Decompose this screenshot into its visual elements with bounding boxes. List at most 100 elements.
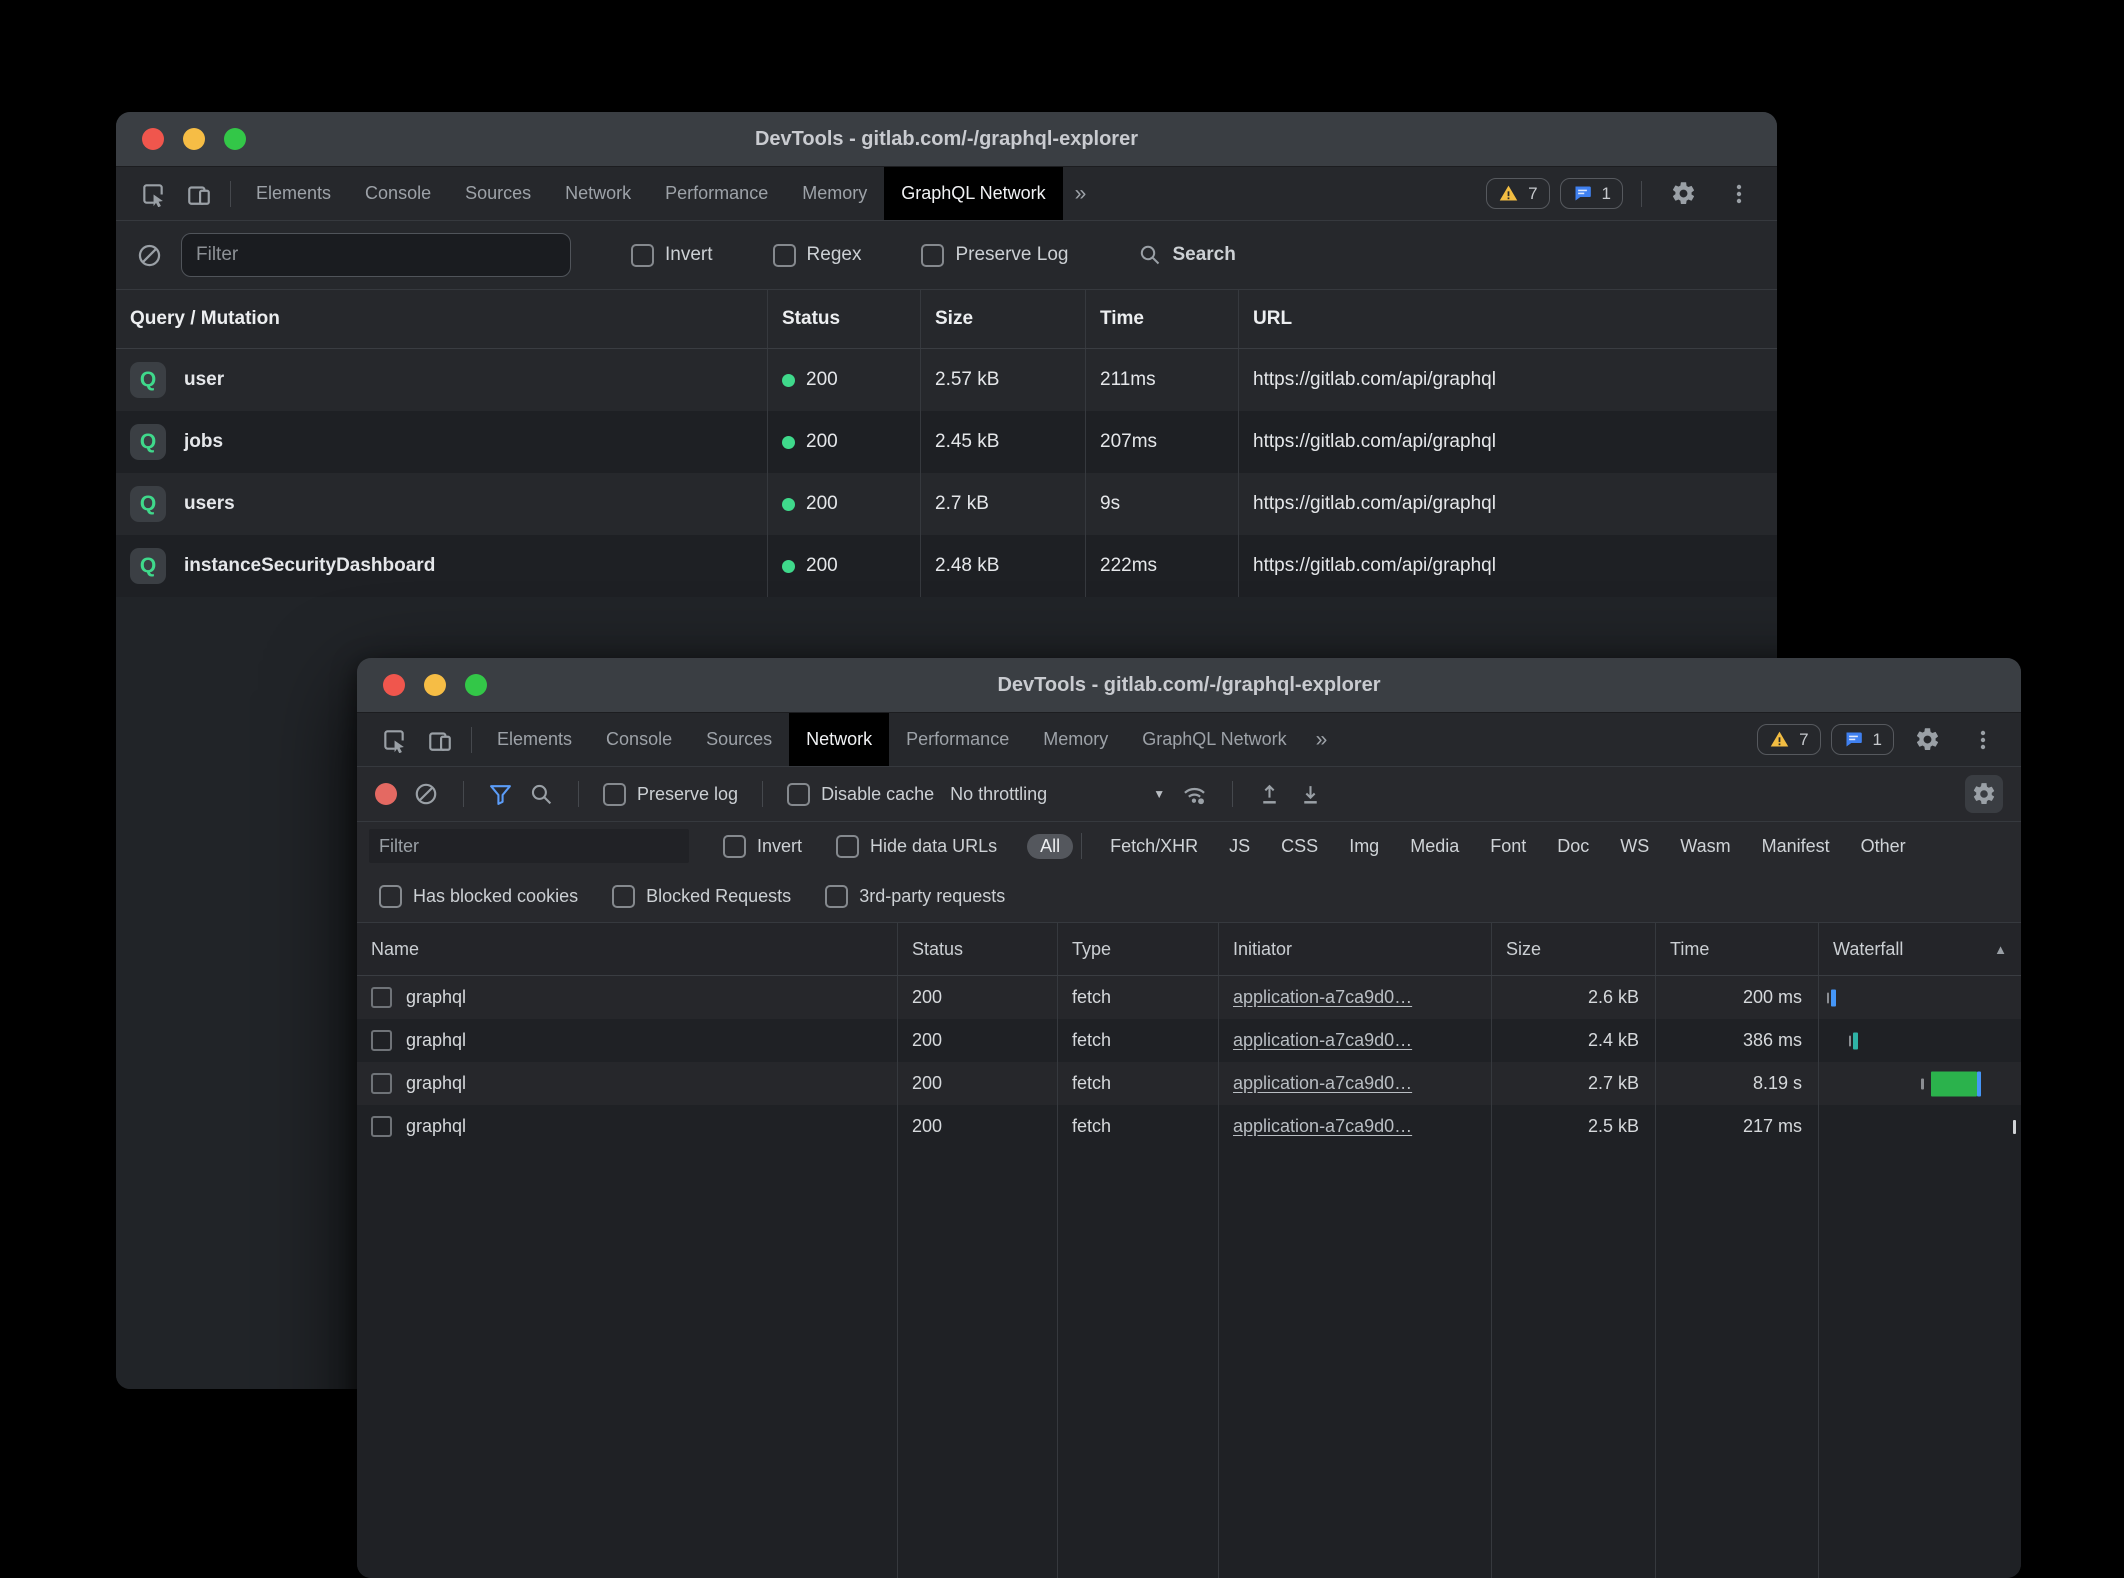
filter-type-font[interactable]: Font [1490,836,1526,857]
filter-type-doc[interactable]: Doc [1557,836,1589,857]
close-window-button[interactable] [383,674,405,696]
table-row[interactable]: Quser 200 2.57 kB 211ms https://gitlab.c… [116,349,1777,411]
invert-checkbox[interactable] [631,244,654,267]
tab-console[interactable]: Console [589,713,689,766]
column-header-size[interactable]: Size [921,290,1086,348]
filter-type-fetch-xhr[interactable]: Fetch/XHR [1110,836,1198,857]
clear-icon[interactable] [136,242,163,269]
filter-type-js[interactable]: JS [1229,836,1250,857]
tab-elements[interactable]: Elements [480,713,589,766]
search-button[interactable]: Search [1138,243,1235,267]
more-tabs-icon[interactable]: » [1304,713,1340,766]
issues-badge[interactable]: 1 [1831,724,1894,755]
tab-sources[interactable]: Sources [448,167,548,220]
preserve-log-checkbox[interactable] [921,244,944,267]
record-network-log-button[interactable] [375,783,397,805]
third-party-requests-checkbox[interactable] [825,885,848,908]
row-checkbox[interactable] [371,1030,392,1051]
row-checkbox[interactable] [371,987,392,1008]
table-row[interactable]: QinstanceSecurityDashboard 200 2.48 kB 2… [116,535,1777,597]
table-row[interactable]: Qusers 200 2.7 kB 9s https://gitlab.com/… [116,473,1777,535]
inspect-element-icon[interactable] [130,167,176,220]
close-window-button[interactable] [142,128,164,150]
kebab-menu-icon[interactable] [1961,728,2005,752]
tab-sources[interactable]: Sources [689,713,789,766]
column-header-status[interactable]: Status [768,290,921,348]
hide-data-urls-checkbox-group[interactable]: Hide data URLs [836,835,997,858]
minimize-window-button[interactable] [183,128,205,150]
has-blocked-cookies-checkbox[interactable] [379,885,402,908]
invert-checkbox-group[interactable]: Invert [723,835,802,858]
filter-type-all[interactable]: All [1027,834,1073,859]
has-blocked-cookies-checkbox-group[interactable]: Has blocked cookies [379,885,578,908]
initiator-link[interactable]: application-a7ca9d0… [1233,1030,1412,1051]
hide-data-urls-checkbox[interactable] [836,835,859,858]
import-har-icon[interactable] [1257,782,1282,807]
network-settings-gear-icon[interactable] [1965,775,2003,813]
filter-type-media[interactable]: Media [1410,836,1459,857]
filter-type-img[interactable]: Img [1349,836,1379,857]
preserve-log-checkbox-group[interactable]: Preserve Log [921,244,1068,267]
network-conditions-icon[interactable] [1181,781,1208,808]
column-header-initiator[interactable]: Initiator [1219,923,1492,975]
zoom-window-button[interactable] [465,674,487,696]
third-party-requests-checkbox-group[interactable]: 3rd-party requests [825,885,1005,908]
blocked-requests-checkbox-group[interactable]: Blocked Requests [612,885,791,908]
tab-console[interactable]: Console [348,167,448,220]
filter-funnel-icon[interactable] [488,782,513,807]
filter-type-wasm[interactable]: Wasm [1680,836,1730,857]
tab-performance[interactable]: Performance [889,713,1026,766]
filter-type-ws[interactable]: WS [1620,836,1649,857]
invert-checkbox-group[interactable]: Invert [631,244,713,267]
filter-type-manifest[interactable]: Manifest [1762,836,1830,857]
zoom-window-button[interactable] [224,128,246,150]
column-header-name[interactable]: Name [357,923,898,975]
column-header-type[interactable]: Type [1058,923,1219,975]
settings-gear-icon[interactable] [1904,726,1951,753]
kebab-menu-icon[interactable] [1717,182,1761,206]
column-header-time[interactable]: Time [1086,290,1239,348]
column-header-size[interactable]: Size [1492,923,1656,975]
tab-network[interactable]: Network [789,713,889,766]
warnings-badge[interactable]: 7 [1757,724,1820,755]
titlebar[interactable]: DevTools - gitlab.com/-/graphql-explorer [116,112,1777,167]
network-request-row[interactable]: graphql 200 fetch application-a7ca9d0… 2… [357,976,2021,1019]
inspect-element-icon[interactable] [371,713,417,766]
network-request-row[interactable]: graphql 200 fetch application-a7ca9d0… 2… [357,1019,2021,1062]
tab-memory[interactable]: Memory [785,167,884,220]
column-header-waterfall[interactable]: Waterfall ▲ [1819,923,2021,975]
throttling-dropdown[interactable]: No throttling ▼ [950,784,1165,805]
more-tabs-icon[interactable]: » [1063,167,1099,220]
row-checkbox[interactable] [371,1116,392,1137]
tab-memory[interactable]: Memory [1026,713,1125,766]
filter-input[interactable] [181,233,571,277]
disable-cache-checkbox-group[interactable]: Disable cache [787,783,934,806]
settings-gear-icon[interactable] [1660,180,1707,207]
initiator-link[interactable]: application-a7ca9d0… [1233,1116,1412,1137]
tab-graphql-network[interactable]: GraphQL Network [884,167,1062,220]
device-toolbar-icon[interactable] [176,167,222,220]
initiator-link[interactable]: application-a7ca9d0… [1233,1073,1412,1094]
clear-network-log-icon[interactable] [413,781,439,807]
tab-performance[interactable]: Performance [648,167,785,220]
tab-elements[interactable]: Elements [239,167,348,220]
column-header-query-mutation[interactable]: Query / Mutation [116,290,768,348]
network-request-row[interactable]: graphql 200 fetch application-a7ca9d0… 2… [357,1062,2021,1105]
tab-graphql-network[interactable]: GraphQL Network [1125,713,1303,766]
minimize-window-button[interactable] [424,674,446,696]
column-header-time[interactable]: Time [1656,923,1819,975]
search-icon[interactable] [529,782,554,807]
export-har-icon[interactable] [1298,782,1323,807]
invert-checkbox[interactable] [723,835,746,858]
row-checkbox[interactable] [371,1073,392,1094]
regex-checkbox[interactable] [773,244,796,267]
tab-network[interactable]: Network [548,167,648,220]
filter-type-css[interactable]: CSS [1281,836,1318,857]
column-header-url[interactable]: URL [1239,290,1777,348]
issues-badge[interactable]: 1 [1560,178,1623,209]
column-header-status[interactable]: Status [898,923,1058,975]
disable-cache-checkbox[interactable] [787,783,810,806]
table-row[interactable]: Qjobs 200 2.45 kB 207ms https://gitlab.c… [116,411,1777,473]
blocked-requests-checkbox[interactable] [612,885,635,908]
warnings-badge[interactable]: 7 [1486,178,1549,209]
